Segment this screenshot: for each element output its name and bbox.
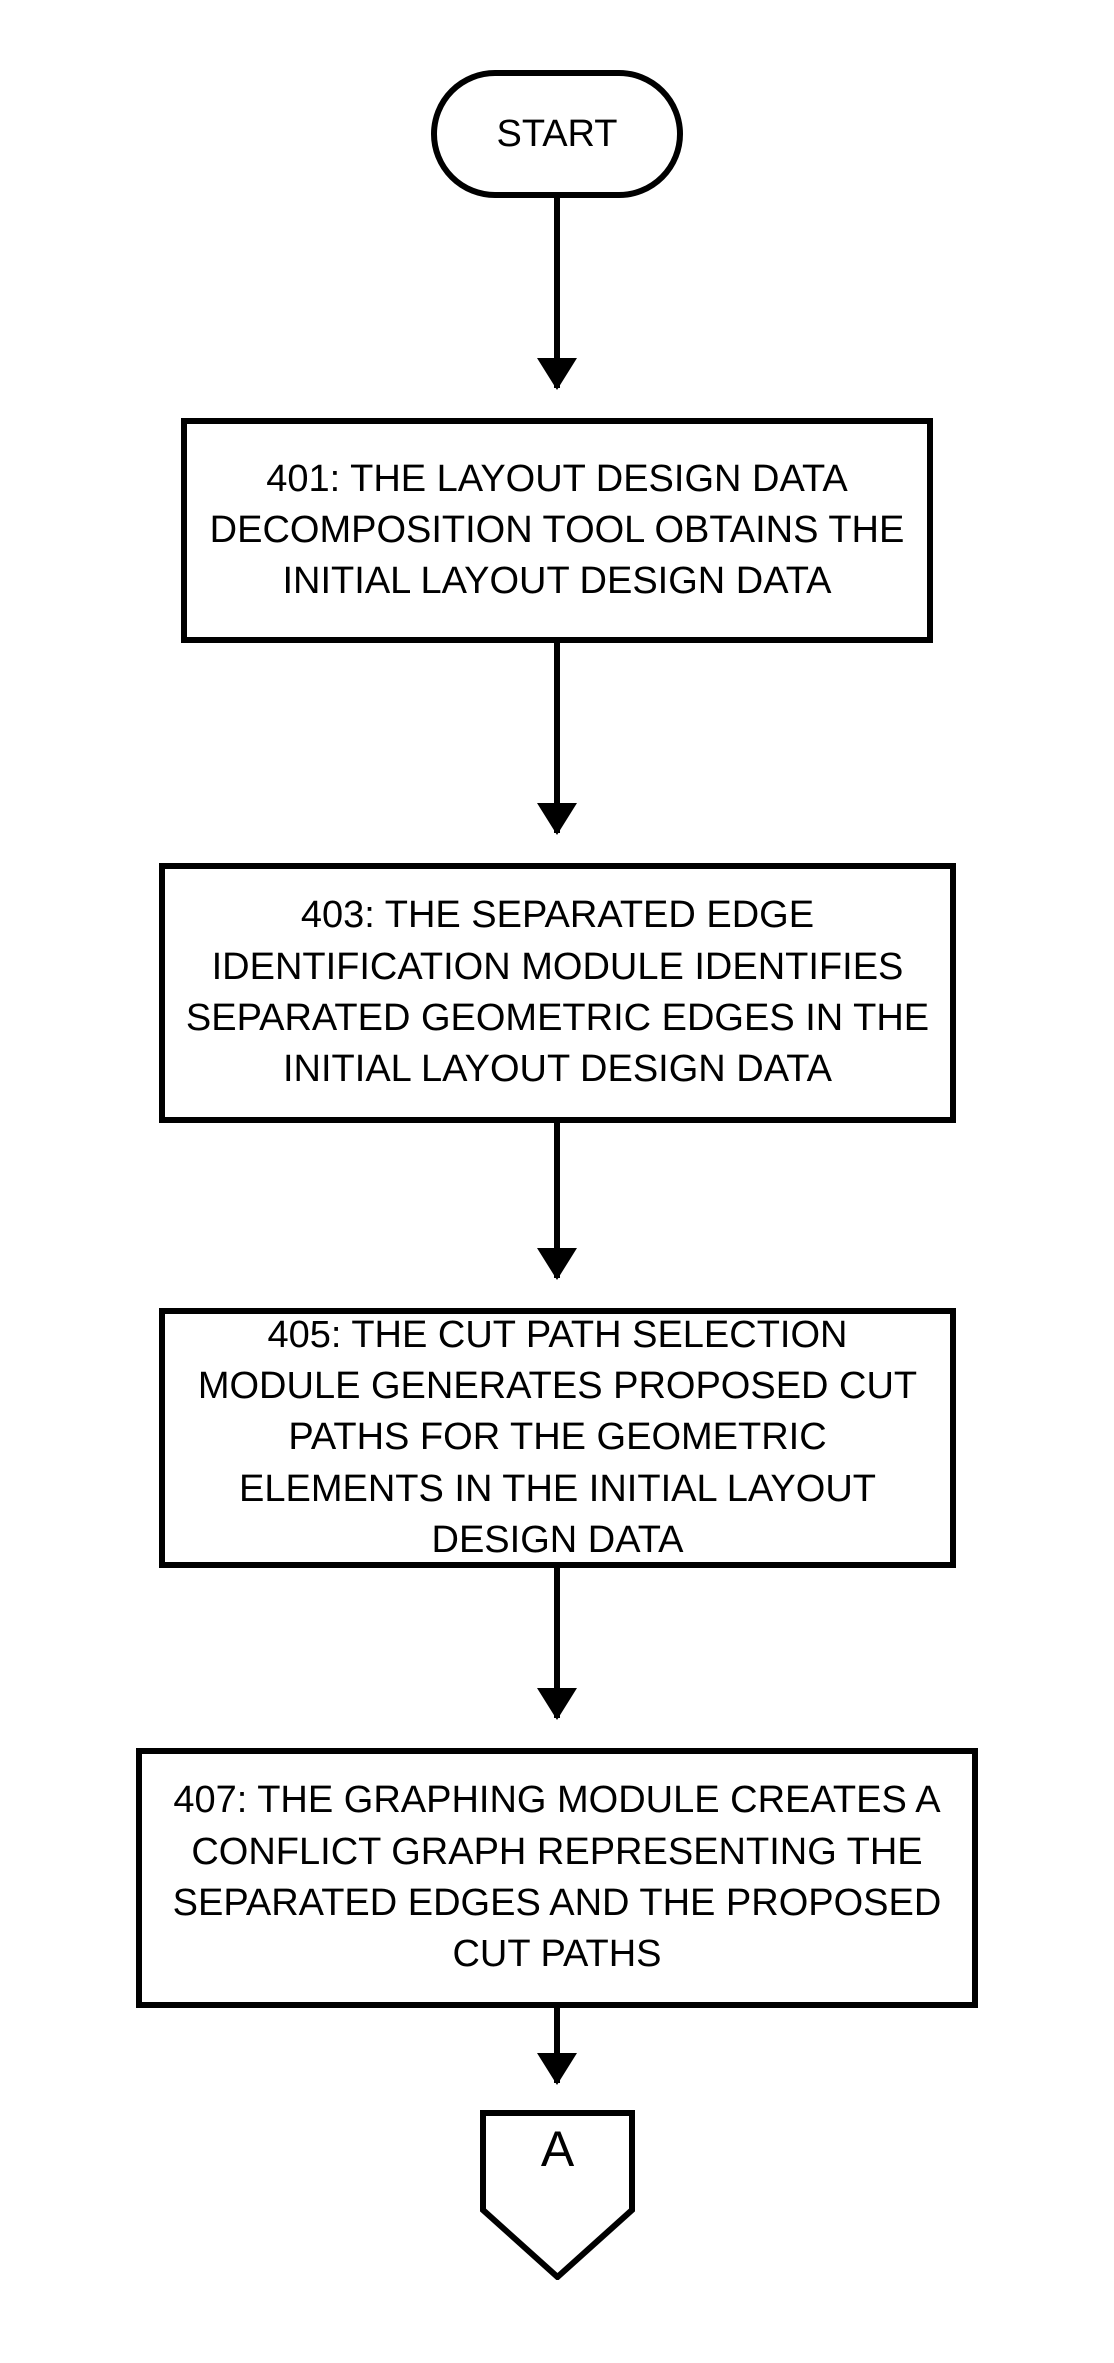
offpage-connector-label: A: [480, 2120, 635, 2178]
process-step-401: 401: THE LAYOUT DESIGN DATA DECOMPOSITIO…: [181, 418, 933, 643]
flowchart-canvas: START 401: THE LAYOUT DESIGN DATA DECOMP…: [0, 0, 1114, 2363]
process-step-403-text: 403: THE SEPARATED EDGE IDENTIFICATION M…: [185, 890, 930, 1095]
process-step-405: 405: THE CUT PATH SELECTION MODULE GENER…: [159, 1308, 956, 1568]
process-step-405-text: 405: THE CUT PATH SELECTION MODULE GENER…: [185, 1310, 930, 1566]
start-terminator: START: [431, 70, 683, 198]
arrow-start-to-401: [554, 198, 560, 388]
process-step-403: 403: THE SEPARATED EDGE IDENTIFICATION M…: [159, 863, 956, 1123]
arrow-401-to-403: [554, 643, 560, 833]
process-step-407: 407: THE GRAPHING MODULE CREATES A CONFL…: [136, 1748, 978, 2008]
start-label: START: [496, 113, 617, 156]
process-step-407-text: 407: THE GRAPHING MODULE CREATES A CONFL…: [162, 1775, 952, 1980]
arrow-403-to-405: [554, 1123, 560, 1278]
arrow-405-to-407: [554, 1568, 560, 1718]
arrow-407-to-connector: [554, 2008, 560, 2083]
process-step-401-text: 401: THE LAYOUT DESIGN DATA DECOMPOSITIO…: [207, 454, 907, 608]
